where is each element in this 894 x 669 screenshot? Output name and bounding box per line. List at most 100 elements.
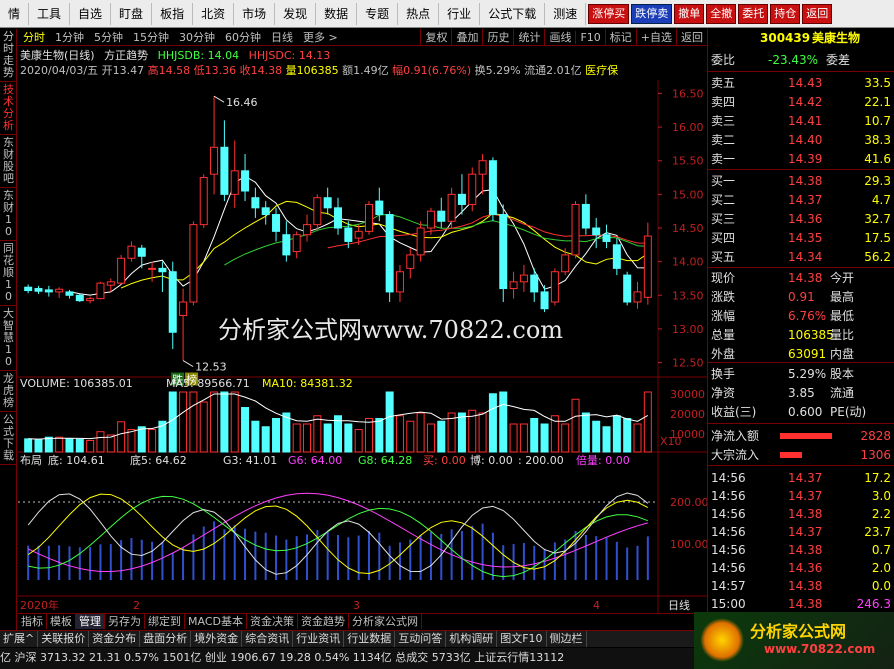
bottom-bar-item-6[interactable]: 行业资讯: [293, 631, 345, 647]
main-chart[interactable]: 16.50 16.00 15.50 15.00 14.50 14.00 13.50 13.00…: [18, 80, 707, 613]
bottom-bar-item-2[interactable]: 资金分布: [89, 631, 141, 647]
candle-body: [220, 146, 229, 195]
chart-tool-2[interactable]: 历史: [482, 29, 513, 45]
stat-label: 涨跌: [711, 290, 736, 304]
bottom-bar-item-7[interactable]: 行业数据: [344, 631, 396, 647]
left-tab-7[interactable]: 公式下载: [0, 412, 17, 465]
price-axis-label: 14.50: [672, 222, 704, 235]
menu-item-0[interactable]: 情: [0, 2, 30, 25]
period-tab-1[interactable]: 1分钟: [50, 29, 89, 45]
menu-item-8[interactable]: 数据: [316, 2, 358, 25]
menu-item-4[interactable]: 板指: [152, 2, 194, 25]
menu-item-13[interactable]: 测速: [545, 2, 587, 25]
tick-price: 14.38: [788, 507, 823, 521]
bottom-bar-item-11[interactable]: 侧边栏: [547, 631, 587, 647]
period-tab-2[interactable]: 5分钟: [89, 29, 128, 45]
chart-tool-7[interactable]: +自选: [635, 29, 676, 45]
tick-time: 14:57: [711, 579, 746, 593]
volume-bar: [75, 438, 84, 453]
indicator-tab-6[interactable]: 资金决策: [247, 614, 298, 629]
period-tab-3[interactable]: 15分钟: [128, 29, 174, 45]
menu-item-9[interactable]: 专题: [357, 2, 399, 25]
bottom-bar-item-5[interactable]: 综合资讯: [242, 631, 294, 647]
left-tab-1[interactable]: 技术分析: [0, 82, 17, 135]
period-tab-5[interactable]: 60分钟: [220, 29, 266, 45]
period-tab-7[interactable]: 更多 >: [298, 29, 343, 45]
bottom-bar-item-3[interactable]: 盘面分析: [140, 631, 192, 647]
price-axis-label: 16.50: [672, 87, 704, 100]
volume-bar: [241, 407, 250, 453]
period-tab-6[interactable]: 日线: [266, 29, 298, 45]
menu-item-5[interactable]: 北资: [193, 2, 235, 25]
candle-body: [530, 274, 539, 293]
menu-item-10[interactable]: 热点: [398, 2, 440, 25]
candle-body: [65, 291, 74, 296]
chart-tool-3[interactable]: 统计: [513, 29, 544, 45]
sell-level-4: 卖四 14.42 22.1: [708, 93, 894, 111]
buy-label: 买三: [711, 212, 736, 226]
chart-tool-8[interactable]: 返回: [676, 29, 707, 45]
menu-button-0[interactable]: 涨停买: [588, 3, 630, 24]
indicator-tab-7[interactable]: 资金趋势: [298, 614, 349, 629]
indicator-tab-8[interactable]: 分析家公式网: [349, 614, 422, 629]
indicator-tab-2[interactable]: 管理: [76, 614, 105, 629]
volume-ma10: MA10: 84381.32: [262, 377, 353, 390]
bottom-bar-item-1[interactable]: 关联报价: [38, 631, 90, 647]
left-tab-0[interactable]: 分时走势: [0, 29, 17, 82]
indicator-name[interactable]: 方正趋势: [104, 49, 148, 62]
bottom-bar-item-10[interactable]: 图文F10: [497, 631, 547, 647]
menu-button-2[interactable]: 撤单: [674, 3, 705, 24]
chart-tool-6[interactable]: 标记: [604, 29, 636, 45]
menu-item-3[interactable]: 盯盘: [111, 2, 153, 25]
indicator-tab-0[interactable]: 指标: [18, 614, 47, 629]
period-tab-4[interactable]: 30分钟: [174, 29, 220, 45]
volume-bar: [643, 391, 652, 453]
candle-body: [437, 210, 446, 222]
menu-button-6[interactable]: 返回: [802, 3, 833, 24]
indicator-tab-3[interactable]: 另存为: [105, 614, 145, 629]
sell-price: 14.43: [788, 76, 823, 90]
left-tab-6[interactable]: 龙虎榜: [0, 371, 17, 412]
left-tab-4[interactable]: 同花顺10: [0, 241, 17, 306]
menu-item-2[interactable]: 自选: [70, 2, 112, 25]
chart-tool-5[interactable]: F10: [575, 30, 604, 44]
period-tab-0[interactable]: 分时: [18, 29, 50, 45]
tick-row: 14:56 14.37 17.2: [708, 469, 894, 487]
bottom-bar-item-4[interactable]: 境外资金: [191, 631, 243, 647]
bottom-bar-item-8[interactable]: 互动问答: [395, 631, 447, 647]
left-tab-2[interactable]: 东财股吧: [0, 135, 17, 188]
left-tab-label: 大智慧10: [3, 307, 14, 368]
menu-button-4[interactable]: 委托: [738, 3, 769, 24]
menu-item-6[interactable]: 市场: [234, 2, 276, 25]
left-tab-5[interactable]: 大智慧10: [0, 306, 17, 371]
tick-volume: 246.3: [856, 597, 891, 611]
chart-tool-1[interactable]: 叠加: [451, 29, 482, 45]
indicator-tab-5[interactable]: MACD基本: [185, 614, 247, 629]
logo-text: 分析家公式网: [750, 622, 847, 641]
close: 收14.38: [239, 64, 283, 77]
indicator-tab-1[interactable]: 模板: [47, 614, 76, 629]
candle-body: [406, 254, 415, 269]
menu-item-11[interactable]: 行业: [439, 2, 481, 25]
bottom-bar-item-0[interactable]: 扩展^: [0, 631, 39, 647]
left-tab-label: 分时走势: [3, 30, 14, 79]
volume-bar: [499, 391, 508, 453]
left-tab-label: 东财10: [3, 189, 14, 238]
menu-button-1[interactable]: 跌停卖: [631, 3, 673, 24]
candle-body: [488, 160, 497, 216]
bottom-bar-item-9[interactable]: 机构调研: [446, 631, 498, 647]
left-tab-3[interactable]: 东财10: [0, 188, 17, 241]
volume-bar: [261, 426, 270, 453]
chart-tool-0[interactable]: 复权: [420, 29, 451, 45]
candle-body: [210, 146, 219, 175]
weibi-row: 委比 -23.43% 委差: [708, 51, 894, 69]
buy-volume: 56.2: [864, 250, 891, 264]
menu-item-7[interactable]: 发现: [275, 2, 317, 25]
volume-bar: [354, 429, 363, 453]
chart-tool-4[interactable]: 画线: [544, 29, 575, 45]
menu-button-5[interactable]: 持仓: [770, 3, 801, 24]
menu-item-12[interactable]: 公式下载: [480, 2, 546, 25]
menu-item-1[interactable]: 工具: [29, 2, 71, 25]
menu-button-3[interactable]: 全撤: [706, 3, 737, 24]
indicator-tab-4[interactable]: 绑定到: [145, 614, 185, 629]
